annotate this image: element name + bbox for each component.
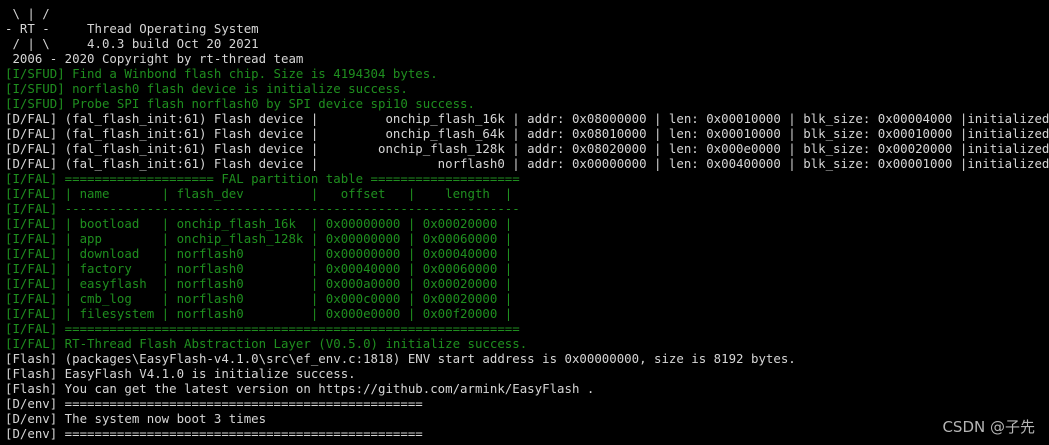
terminal-line: 2006 - 2020 Copyright by rt-thread team (5, 51, 304, 66)
terminal-line: [I/FAL] | name | flash_dev | offset | le… (5, 186, 513, 201)
terminal-line: [I/SFUD] norflash0 flash device is initi… (5, 81, 408, 96)
terminal-line: \ | / (5, 6, 50, 21)
terminal-line: [Flash] (packages\EasyFlash-v4.1.0\src\e… (5, 351, 796, 366)
terminal-line: [I/FAL] | cmb_log | norflash0 | 0x000c00… (5, 291, 513, 306)
terminal-line: [I/FAL] | download | norflash0 | 0x00000… (5, 246, 513, 261)
terminal-window[interactable]: \ | / - RT - Thread Operating System / |… (0, 0, 1049, 445)
terminal-line: [D/FAL] (fal_flash_init:61) Flash device… (5, 126, 1049, 141)
terminal-line: [I/FAL] --------------------------------… (5, 201, 520, 216)
terminal-line: [I/FAL] | filesystem | norflash0 | 0x000… (5, 306, 513, 321)
terminal-line: [Flash] EasyFlash V4.1.0 is initialize s… (5, 366, 356, 381)
terminal-line: [Flash] You can get the latest version o… (5, 381, 595, 396)
terminal-output: \ | / - RT - Thread Operating System / |… (5, 6, 1049, 441)
terminal-line: [D/env] The system now boot 3 times (5, 411, 267, 426)
terminal-line: [D/env] ================================… (5, 426, 423, 441)
terminal-line: - RT - Thread Operating System (5, 21, 259, 36)
terminal-line: [I/FAL] ================================… (5, 321, 520, 336)
watermark: CSDN @子先 (942, 418, 1035, 436)
terminal-line: [I/SFUD] Probe SPI flash norflash0 by SP… (5, 96, 475, 111)
terminal-line: [I/FAL] | factory | norflash0 | 0x000400… (5, 261, 513, 276)
terminal-line: [I/FAL] | app | onchip_flash_128k | 0x00… (5, 231, 513, 246)
terminal-line: [I/SFUD] Find a Winbond flash chip. Size… (5, 66, 438, 81)
terminal-line: [D/FAL] (fal_flash_init:61) Flash device… (5, 111, 1049, 126)
terminal-line: [I/FAL] | easyflash | norflash0 | 0x000a… (5, 276, 513, 291)
terminal-line: / | \ 4.0.3 build Oct 20 2021 (5, 36, 259, 51)
terminal-line: [D/FAL] (fal_flash_init:61) Flash device… (5, 156, 1049, 171)
terminal-line: [D/FAL] (fal_flash_init:61) Flash device… (5, 141, 1049, 156)
terminal-line: [I/FAL] ==================== FAL partiti… (5, 171, 520, 186)
terminal-line: [I/FAL] | bootload | onchip_flash_16k | … (5, 216, 513, 231)
terminal-line: [D/env] ================================… (5, 396, 423, 411)
terminal-line: [I/FAL] RT-Thread Flash Abstraction Laye… (5, 336, 528, 351)
